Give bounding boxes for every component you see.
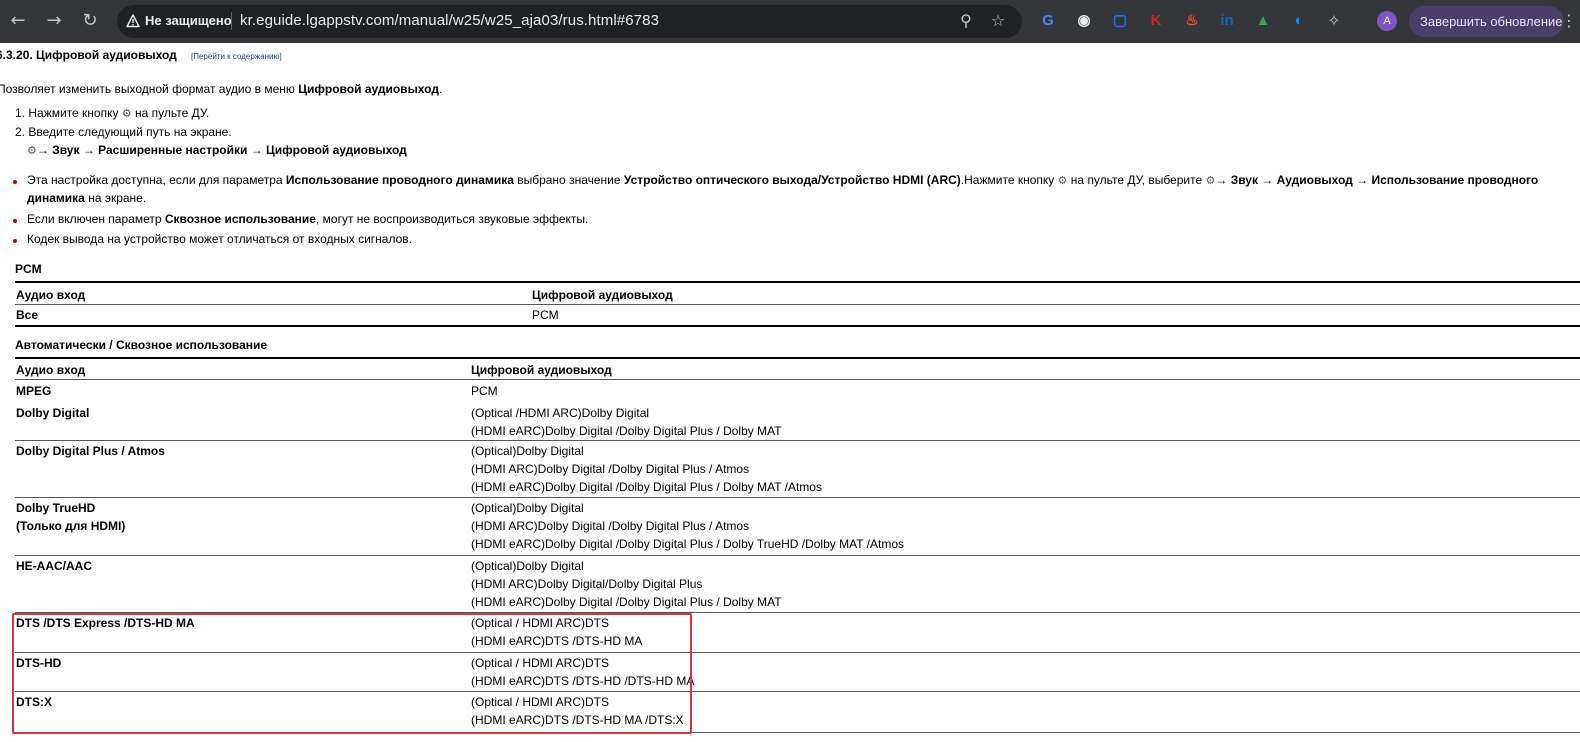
- note-bullet: [13, 180, 17, 184]
- table-auto-cell-input: MPEG: [16, 384, 52, 398]
- settings-gear-icon: ⚙: [27, 144, 37, 157]
- table-auto-cell-output: (HDMI ARC)Dolby Digital /Dolby Digital P…: [471, 519, 750, 533]
- table-rule: [15, 281, 1580, 283]
- note-1-line-2: динамика на экране.: [27, 191, 147, 205]
- step-1: 1. Нажмите кнопку ⚙ на пульте ДУ.: [15, 106, 210, 120]
- screenshot-extension-icon[interactable]: ▢: [1110, 11, 1130, 31]
- back-icon[interactable]: ←: [6, 9, 30, 33]
- table-pcm-header-output: Цифровой аудиовыход: [532, 288, 673, 302]
- note-2: Если включен параметр Сквозное использов…: [27, 212, 589, 226]
- settings-gear-icon: ⚙: [121, 107, 132, 120]
- zoom-icon[interactable]: ⚲: [956, 11, 976, 31]
- goto-contents-link[interactable]: [Перейти к содержанию]: [191, 52, 282, 61]
- table-rule: [15, 555, 1580, 556]
- table-auto-cell-output: (HDMI ARC)Dolby Digital /Dolby Digital P…: [471, 462, 750, 476]
- bookmark-star-icon[interactable]: ☆: [988, 11, 1008, 31]
- table-auto-cell-input: (Только для HDMI): [16, 519, 126, 533]
- settings-gear-icon: ⚙: [1057, 174, 1068, 187]
- menu-kebab-icon[interactable]: ⋮: [1561, 10, 1577, 32]
- table-rule: [15, 357, 1580, 359]
- table-auto-cell-output: (HDMI eARC)Dolby Digital /Dolby Digital …: [471, 537, 905, 551]
- warning-icon: [126, 14, 140, 28]
- table-pcm-header-input: Аудио вход: [16, 288, 86, 302]
- update-button[interactable]: Завершить обновление: [1409, 6, 1564, 37]
- note-bullet: [13, 219, 17, 223]
- table-rule: [15, 379, 1580, 380]
- settings-gear-icon: ⚙: [1205, 174, 1216, 187]
- table-pcm-cell-input: Все: [16, 308, 39, 322]
- table-auto-caption: Автоматически / Сквозное использование: [15, 338, 268, 352]
- security-label[interactable]: Не защищено: [145, 13, 232, 28]
- page-title: 6.3.20. Цифровой аудиовыход: [0, 48, 177, 62]
- step-2: 2. Введите следующий путь на экране.: [15, 125, 232, 139]
- table-rule: [15, 304, 1580, 305]
- avatar[interactable]: A: [1377, 11, 1397, 31]
- note-3: Кодек вывода на устройство может отличат…: [27, 232, 413, 246]
- table-auto-cell-input: Dolby Digital: [16, 406, 90, 420]
- table-auto-header-output: Цифровой аудиовыход: [471, 363, 612, 377]
- table-pcm-caption: PCM: [15, 262, 42, 276]
- forward-icon[interactable]: →: [42, 9, 66, 33]
- table-rule: [15, 440, 1580, 441]
- table-auto-cell-output: (HDMI eARC)Dolby Digital /Dolby Digital …: [471, 424, 782, 438]
- linkedin-extension-icon[interactable]: in: [1217, 11, 1237, 31]
- highlight-box: [12, 613, 692, 734]
- table-auto-cell-input: Dolby TrueHD: [16, 501, 96, 515]
- table-auto-header-input: Аудио вход: [16, 363, 86, 377]
- translate-extension-icon[interactable]: G: [1038, 11, 1058, 31]
- url-text[interactable]: kr.eguide.lgappstv.com/manual/w25/w25_aj…: [240, 12, 659, 29]
- reader-extension-icon[interactable]: ◉: [1074, 11, 1094, 31]
- table-auto-cell-output: (HDMI ARC)Dolby Digital/Dolby Digital Pl…: [471, 577, 703, 591]
- settings-path: ⚙→ Звук → Расширенные настройки → Цифров…: [27, 143, 407, 157]
- note-bullet: [13, 239, 17, 243]
- table-pcm-cell-output: PCM: [532, 308, 559, 322]
- fire-extension-icon[interactable]: ♨: [1182, 11, 1202, 31]
- k-extension-icon[interactable]: K: [1146, 11, 1166, 31]
- url-separator: [231, 12, 232, 30]
- note-1-line-1: Эта настройка доступна, если для парамет…: [27, 173, 1539, 187]
- intro-text: Позволяет изменить выходной формат аудио…: [0, 82, 443, 96]
- drive-extension-icon[interactable]: ▲: [1253, 11, 1273, 31]
- reload-icon[interactable]: ↻: [78, 9, 102, 33]
- table-auto-cell-output: PCM: [471, 384, 498, 398]
- table-auto-cell-input: Dolby Digital Plus / Atmos: [16, 444, 165, 458]
- edge-extension-icon[interactable]: ◐: [1289, 11, 1309, 31]
- table-auto-cell-output: (HDMI eARC)Dolby Digital /Dolby Digital …: [471, 595, 782, 609]
- table-auto-cell-output: (Optical)Dolby Digital: [471, 501, 584, 515]
- table-rule: [15, 497, 1580, 498]
- table-auto-cell-output: (Optical)Dolby Digital: [471, 444, 584, 458]
- extensions-puzzle-icon[interactable]: ✧: [1324, 11, 1344, 31]
- table-auto-cell-input: HE-AAC/AAC: [16, 559, 92, 573]
- table-auto-cell-output: (Optical /HDMI ARC)Dolby Digital: [471, 406, 650, 420]
- browser-toolbar: ← → ↻ Не защищено kr.eguide.lgappstv.com…: [0, 0, 1580, 43]
- page-content: 6.3.20. Цифровой аудиовыход [Перейти к с…: [0, 43, 1580, 742]
- table-rule: [15, 325, 1580, 327]
- table-auto-cell-output: (Optical)Dolby Digital: [471, 559, 584, 573]
- table-auto-cell-output: (HDMI eARC)Dolby Digital /Dolby Digital …: [471, 480, 822, 494]
